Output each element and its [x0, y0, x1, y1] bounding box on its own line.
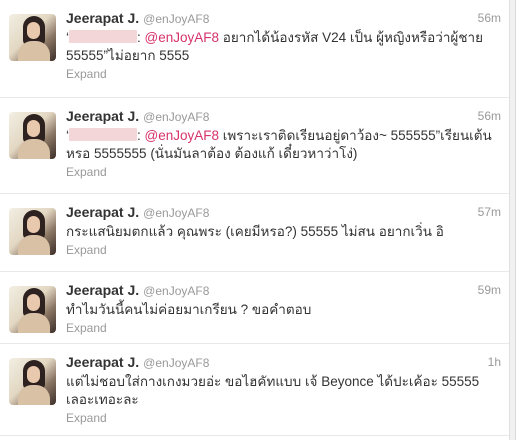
tweet-header: Jeerapat J. @enJoyAF8 [66, 353, 503, 371]
tweet-header: Jeerapat J. @enJoyAF8 [66, 107, 503, 125]
user-avatar[interactable] [9, 112, 56, 159]
tweet-text: แต่ไม่ชอบใส่กางเกงมวยอ่ะ ขอไฮคัทแบบ เจ้ … [66, 374, 480, 407]
tweet-text: กระแสนิยมตกแล้ว คุณพระ (เคยมีหรอ?) 55555… [66, 224, 444, 239]
tweet-timestamp[interactable]: 56m [478, 107, 501, 125]
tweet-header: Jeerapat J. @enJoyAF8 [66, 281, 503, 299]
quote-colon: : [137, 128, 145, 143]
user-avatar[interactable] [9, 14, 56, 61]
quote-colon: : [137, 30, 145, 45]
expand-link[interactable]: Expand [66, 164, 503, 180]
tweet-text: ทำไมวันนี้คนไม่ค่อยมาเกรียน ? ขอคำตอบ [66, 302, 312, 317]
tweet-item[interactable]: Jeerapat J. @enJoyAF8 56m ‘: @enJoyAF8 เพ… [0, 98, 515, 194]
tweet-timestamp[interactable]: 56m [478, 9, 501, 27]
tweet-item[interactable]: Jeerapat J. @enJoyAF8 57m กระแสนิยมตกแล้ว… [0, 194, 515, 272]
tweet-header: Jeerapat J. @enJoyAF8 [66, 9, 503, 27]
user-avatar[interactable] [9, 358, 56, 405]
user-name[interactable]: Jeerapat J. [66, 282, 139, 298]
tweet-timestamp[interactable]: 57m [478, 203, 501, 221]
user-name[interactable]: Jeerapat J. [66, 204, 139, 220]
scrollbar[interactable] [509, 0, 515, 440]
expand-link[interactable]: Expand [66, 320, 503, 336]
tweet-item[interactable]: Jeerapat J. @enJoyAF8 56m ‘: @enJoyAF8 อย… [0, 0, 515, 98]
redacted-username [69, 30, 137, 43]
tweet-text: ‘: @enJoyAF8 เพราะเราติดเรียนอยู่ดาว้อง~… [66, 127, 503, 163]
user-avatar[interactable] [9, 208, 56, 255]
mention-link[interactable]: @enJoyAF8 [145, 30, 220, 45]
user-handle[interactable]: @enJoyAF8 [143, 284, 209, 298]
expand-link[interactable]: Expand [66, 410, 503, 426]
user-handle[interactable]: @enJoyAF8 [143, 356, 209, 370]
user-handle[interactable]: @enJoyAF8 [143, 206, 209, 220]
user-name[interactable]: Jeerapat J. [66, 10, 139, 26]
expand-link[interactable]: Expand [66, 66, 503, 82]
tweet-header: Jeerapat J. @enJoyAF8 [66, 203, 503, 221]
user-name[interactable]: Jeerapat J. [66, 354, 139, 370]
expand-link[interactable]: Expand [66, 242, 503, 258]
user-handle[interactable]: @enJoyAF8 [143, 12, 209, 26]
user-avatar[interactable] [9, 286, 56, 333]
tweet-timeline: Jeerapat J. @enJoyAF8 56m ‘: @enJoyAF8 อย… [0, 0, 516, 440]
tweet-text: ‘: @enJoyAF8 อยากได้น้องรหัส V24 เป็น ผู… [66, 29, 503, 65]
tweet-timestamp[interactable]: 1h [488, 353, 501, 371]
user-name[interactable]: Jeerapat J. [66, 108, 139, 124]
tweet-item[interactable]: Jeerapat J. @enJoyAF8 59m ทำไมวันนี้คนไม่… [0, 272, 515, 344]
redacted-username [69, 128, 137, 141]
mention-link[interactable]: @enJoyAF8 [145, 128, 220, 143]
user-handle[interactable]: @enJoyAF8 [143, 110, 209, 124]
tweet-timestamp[interactable]: 59m [478, 281, 501, 299]
tweet-item[interactable]: Jeerapat J. @enJoyAF8 1h แต่ไม่ชอบใส่กางเ… [0, 344, 515, 436]
